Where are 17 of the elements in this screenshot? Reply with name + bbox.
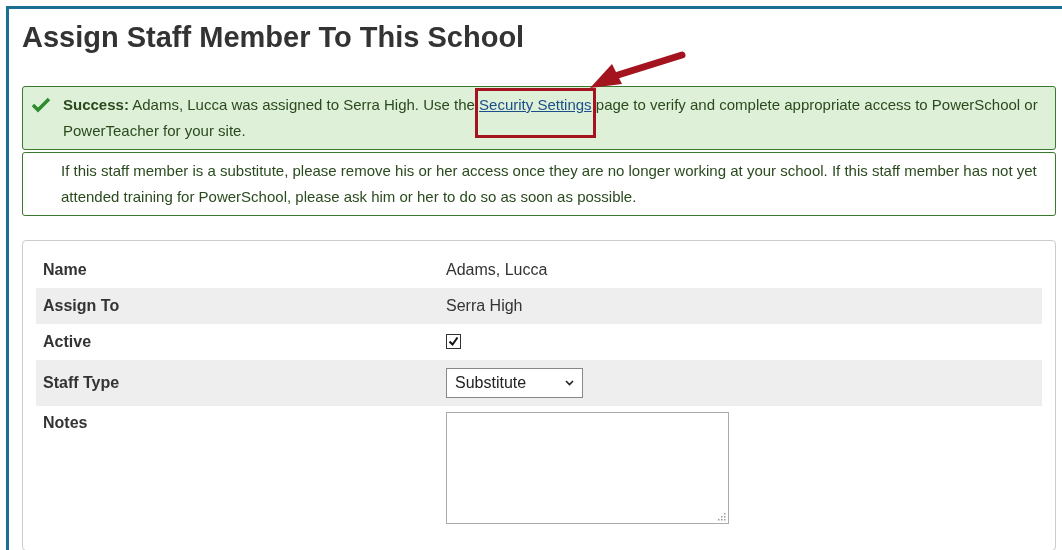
notes-field[interactable] — [446, 412, 729, 524]
field-label: Active — [43, 333, 93, 351]
field-value: Adams, Lucca — [446, 261, 549, 279]
field-label: Staff Type — [43, 374, 121, 392]
checkmark-icon — [31, 97, 51, 113]
chevron-down-icon — [565, 380, 574, 386]
security-settings-link[interactable]: Security Settings — [479, 96, 592, 113]
active-checkbox[interactable] — [446, 334, 461, 349]
page-title: Assign Staff Member To This School — [22, 20, 525, 54]
notice-message: If this staff member is a substitute, please remove his or her access once they are no longer working at your school. If this staff member has not yet attended training for PowerSchool, please ask him or her to do so as soon as possible. — [61, 161, 1038, 207]
resize-handle-icon — [718, 513, 726, 521]
field-label: Name — [43, 261, 88, 279]
success-message: Success: Adams, Lucca was assigned to Serra High. Use the Security Settings page to verify and complete appropriate access to PowerSchool or PowerTeacher for your site. — [63, 92, 1045, 144]
staff-type-select[interactable]: Substitute — [446, 368, 583, 398]
field-label: Notes — [43, 413, 89, 433]
field-label: Assign To — [43, 297, 121, 315]
field-value: Serra High — [446, 297, 524, 315]
